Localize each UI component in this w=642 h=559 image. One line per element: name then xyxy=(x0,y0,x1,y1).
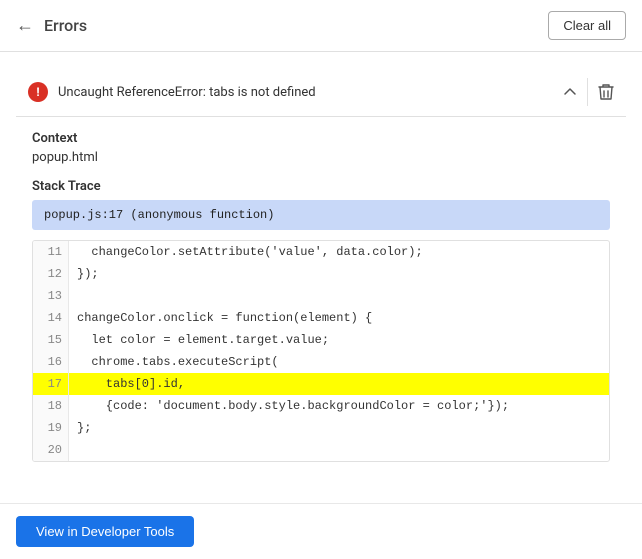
line-content: }); xyxy=(69,263,107,285)
line-number: 17 xyxy=(33,373,69,395)
divider xyxy=(587,78,588,106)
code-line: 17 tabs[0].id, xyxy=(33,373,609,395)
error-header-left: ! Uncaught ReferenceError: tabs is not d… xyxy=(28,82,316,102)
error-header-row: ! Uncaught ReferenceError: tabs is not d… xyxy=(16,68,626,117)
header-left: ← Errors xyxy=(16,15,87,36)
clear-all-button[interactable]: Clear all xyxy=(548,11,626,40)
error-header-right xyxy=(563,78,614,106)
code-line: 12}); xyxy=(33,263,609,285)
code-line: 16 chrome.tabs.executeScript( xyxy=(33,351,609,373)
line-number: 19 xyxy=(33,417,69,439)
back-button[interactable]: ← xyxy=(16,15,34,36)
line-content: }; xyxy=(69,417,99,439)
header: ← Errors Clear all xyxy=(0,0,642,52)
line-number: 14 xyxy=(33,307,69,329)
line-content xyxy=(69,439,85,461)
line-number: 13 xyxy=(33,285,69,307)
delete-icon[interactable] xyxy=(598,83,614,101)
code-line: 19}; xyxy=(33,417,609,439)
context-label: Context xyxy=(32,131,610,146)
footer: View in Developer Tools xyxy=(0,503,642,559)
code-line: 13 xyxy=(33,285,609,307)
line-content: changeColor.onclick = function(element) … xyxy=(69,307,380,329)
line-number: 20 xyxy=(33,439,69,461)
line-number: 11 xyxy=(33,241,69,263)
line-number: 12 xyxy=(33,263,69,285)
line-number: 18 xyxy=(33,395,69,417)
line-content: chrome.tabs.executeScript( xyxy=(69,351,287,373)
error-panel: ! Uncaught ReferenceError: tabs is not d… xyxy=(16,68,626,462)
context-value: popup.html xyxy=(32,150,610,165)
line-content: changeColor.setAttribute('value', data.c… xyxy=(69,241,431,263)
code-line: 14changeColor.onclick = function(element… xyxy=(33,307,609,329)
code-line: 11 changeColor.setAttribute('value', dat… xyxy=(33,241,609,263)
collapse-icon[interactable] xyxy=(563,85,577,99)
line-number: 15 xyxy=(33,329,69,351)
error-message: Uncaught ReferenceError: tabs is not def… xyxy=(58,85,316,100)
line-content: {code: 'document.body.style.backgroundCo… xyxy=(69,395,517,417)
stack-trace-value: popup.js:17 (anonymous function) xyxy=(32,200,610,230)
error-icon: ! xyxy=(28,82,48,102)
line-content: let color = element.target.value; xyxy=(69,329,337,351)
line-content: tabs[0].id, xyxy=(69,373,193,395)
code-line: 18 {code: 'document.body.style.backgroun… xyxy=(33,395,609,417)
stack-trace-label: Stack Trace xyxy=(32,179,610,194)
page-title: Errors xyxy=(44,16,87,35)
code-line: 15 let color = element.target.value; xyxy=(33,329,609,351)
line-content xyxy=(69,285,85,307)
code-line: 20 xyxy=(33,439,609,461)
code-block: 11 changeColor.setAttribute('value', dat… xyxy=(32,240,610,462)
view-devtools-button[interactable]: View in Developer Tools xyxy=(16,516,194,547)
line-number: 16 xyxy=(33,351,69,373)
code-block-inner[interactable]: 11 changeColor.setAttribute('value', dat… xyxy=(33,241,609,461)
